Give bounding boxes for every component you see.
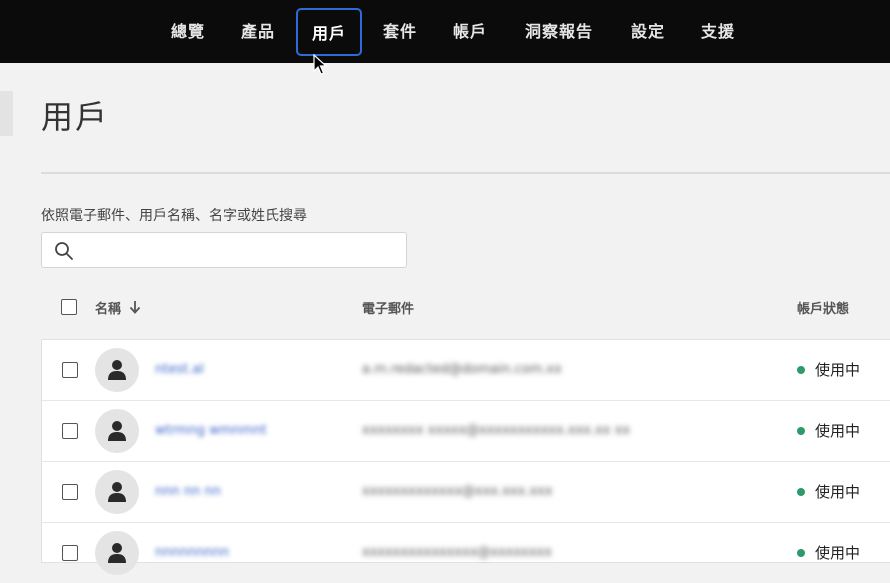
user-icon bbox=[108, 482, 126, 502]
nav-item-overview[interactable]: 總覽 bbox=[160, 8, 216, 56]
column-header-status[interactable]: 帳戶狀態 bbox=[797, 298, 849, 317]
user-email: a.m.redacted@domain.com.xx bbox=[362, 362, 562, 377]
header-divider bbox=[41, 172, 890, 174]
search-field[interactable] bbox=[41, 232, 407, 268]
column-header-email[interactable]: 電子郵件 bbox=[362, 298, 414, 317]
row-checkbox[interactable] bbox=[62, 545, 78, 561]
user-icon bbox=[108, 421, 126, 441]
status-dot-icon bbox=[797, 487, 805, 496]
status-dot-icon bbox=[797, 548, 805, 557]
status-dot-icon bbox=[797, 426, 805, 435]
nav-item-support[interactable]: 支援 bbox=[690, 8, 746, 56]
status-label: 使用中 bbox=[815, 361, 861, 379]
avatar bbox=[95, 470, 139, 514]
top-navigation: 總覽 產品 用戶 套件 帳戶 洞察報告 設定 支援 bbox=[0, 0, 890, 63]
user-table: ntest.al a.m.redacted@domain.com.xx 使用中 … bbox=[41, 339, 890, 575]
status-label: 使用中 bbox=[815, 483, 861, 501]
user-email: xxxxxxxxxxxxx@xxx.xxx.xxx bbox=[362, 484, 553, 499]
status-badge: 使用中 bbox=[797, 543, 860, 563]
nav-item-settings[interactable]: 設定 bbox=[620, 8, 676, 56]
table-row[interactable]: nnn nn nn xxxxxxxxxxxxx@xxx.xxx.xxx 使用中 bbox=[42, 462, 890, 523]
status-label: 使用中 bbox=[815, 422, 861, 440]
user-name-link[interactable]: wtrmng wmnmnt bbox=[155, 421, 267, 441]
nav-item-users[interactable]: 用戶 bbox=[296, 8, 362, 56]
side-panel-tab[interactable] bbox=[0, 91, 13, 136]
nav-item-packages[interactable]: 套件 bbox=[372, 8, 428, 56]
row-checkbox[interactable] bbox=[62, 484, 78, 500]
nav-item-insights[interactable]: 洞察報告 bbox=[516, 8, 602, 56]
avatar bbox=[95, 531, 139, 575]
user-email: xxxxxxxxxxxxxxx@xxxxxxxx bbox=[362, 545, 552, 560]
row-checkbox[interactable] bbox=[62, 362, 78, 378]
user-icon bbox=[108, 360, 126, 380]
user-email: xxxxxxxx xxxxx@xxxxxxxxxxx.xxx.xx xx bbox=[362, 423, 631, 438]
row-checkbox[interactable] bbox=[62, 423, 78, 439]
status-badge: 使用中 bbox=[797, 421, 860, 441]
avatar bbox=[95, 409, 139, 453]
user-name-link[interactable]: nnn nn nn bbox=[155, 482, 221, 502]
user-name-link[interactable]: ntest.al bbox=[155, 360, 204, 380]
search-label: 依照電子郵件、用戶名稱、名字或姓氏搜尋 bbox=[41, 208, 307, 224]
nav-item-accounts[interactable]: 帳戶 bbox=[442, 8, 498, 56]
status-badge: 使用中 bbox=[797, 360, 860, 380]
mouse-cursor-icon bbox=[313, 54, 327, 75]
avatar bbox=[95, 348, 139, 392]
table-row[interactable]: nnnnnnnnn xxxxxxxxxxxxxxx@xxxxxxxx 使用中 bbox=[42, 523, 890, 583]
status-dot-icon bbox=[797, 365, 805, 374]
status-label: 使用中 bbox=[815, 544, 861, 562]
page-title: 用戶 bbox=[41, 98, 110, 136]
table-row[interactable]: ntest.al a.m.redacted@domain.com.xx 使用中 bbox=[42, 340, 890, 401]
column-header-name[interactable]: 名稱 bbox=[95, 298, 121, 317]
search-icon bbox=[55, 242, 73, 260]
table-row[interactable]: wtrmng wmnmnt xxxxxxxx xxxxx@xxxxxxxxxxx… bbox=[42, 401, 890, 462]
arrow-down-icon[interactable] bbox=[128, 299, 142, 315]
status-badge: 使用中 bbox=[797, 482, 860, 502]
nav-item-products[interactable]: 產品 bbox=[230, 8, 286, 56]
search-input[interactable] bbox=[82, 237, 404, 265]
select-all-checkbox[interactable] bbox=[61, 299, 77, 315]
user-name-link[interactable]: nnnnnnnnn bbox=[155, 543, 229, 563]
